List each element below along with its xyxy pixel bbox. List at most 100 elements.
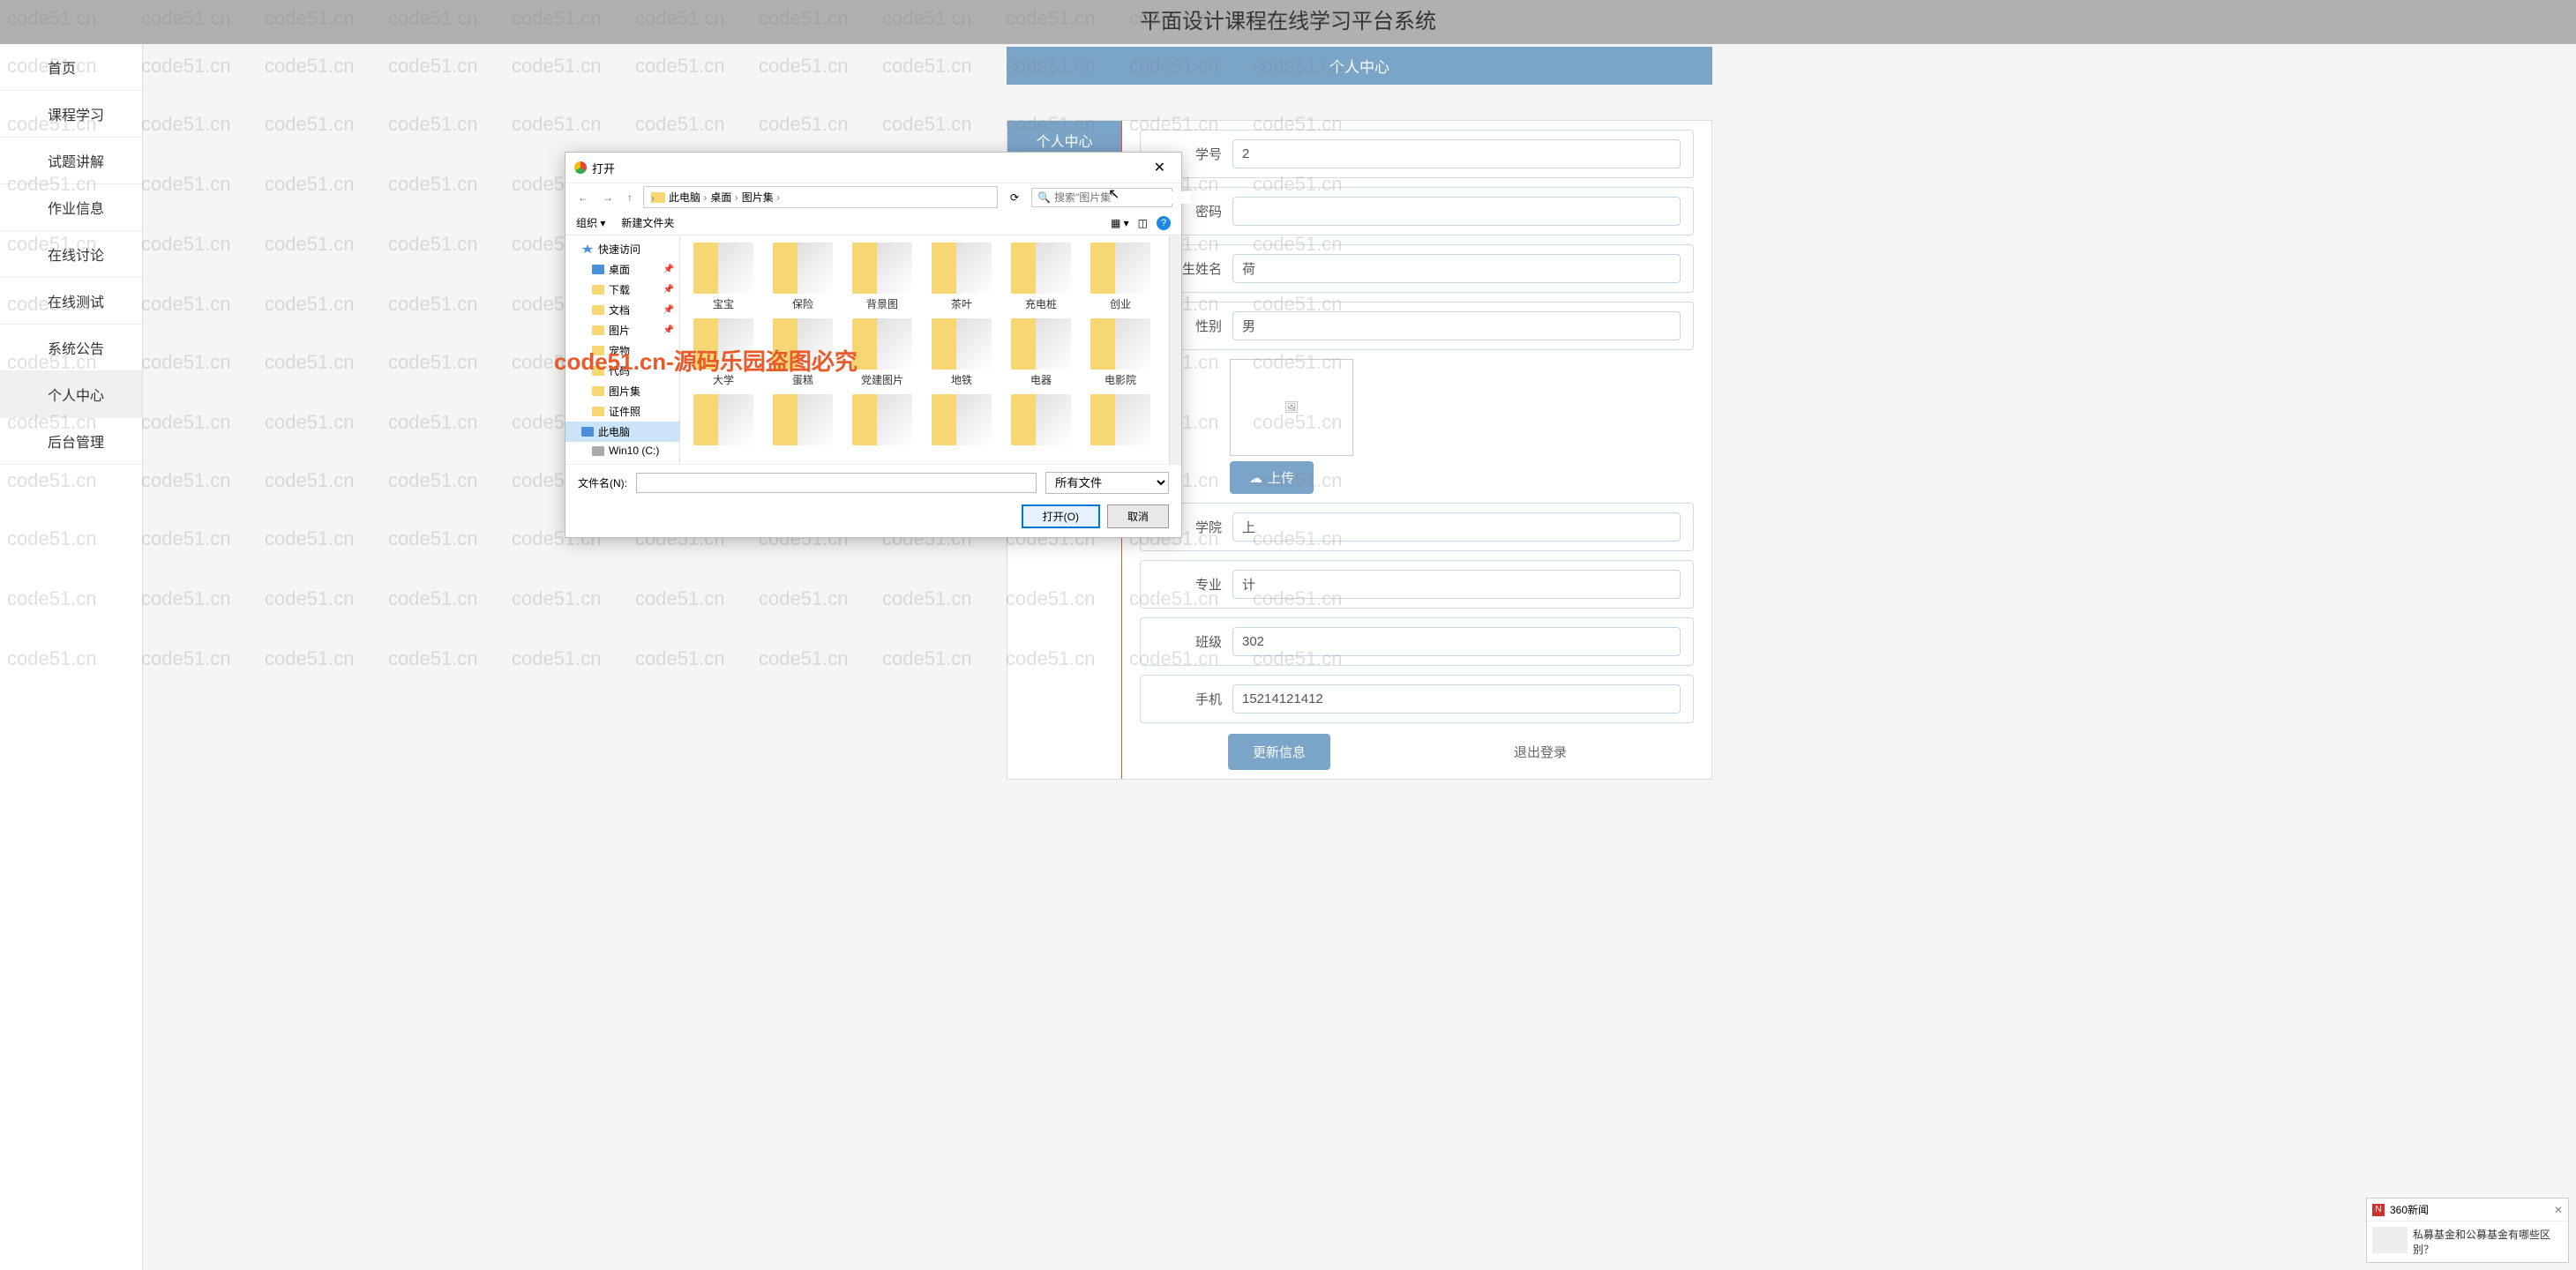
file-name: 宝宝: [687, 296, 760, 311]
form-area: 学号 密码 学生姓名 性别 🖼 ☁: [1122, 121, 1711, 779]
file-item[interactable]: 背景图: [844, 241, 920, 313]
folder-thumbnail-icon: [932, 394, 992, 445]
file-item[interactable]: 充电桩: [1003, 241, 1079, 313]
cloud-upload-icon: ☁: [1249, 470, 1262, 486]
nav-item-6[interactable]: 系统公告: [0, 325, 142, 371]
scrollbar[interactable]: [1169, 235, 1181, 464]
file-item[interactable]: 保险: [765, 241, 841, 313]
organize-menu[interactable]: 组织 ▾: [576, 215, 605, 230]
close-icon[interactable]: ✕: [1147, 157, 1172, 178]
nav-item-0[interactable]: 首页: [0, 44, 142, 91]
input-student-name[interactable]: [1232, 254, 1681, 283]
file-name: 党建图片: [846, 372, 918, 387]
breadcrumb-part[interactable]: 图片集: [742, 190, 780, 205]
news-headline[interactable]: 私募基金和公募基金有哪些区别？: [2413, 1227, 2563, 1257]
open-file-button[interactable]: 打开(O): [1022, 504, 1100, 528]
folder-thumbnail-icon: [852, 394, 912, 445]
breadcrumb-part[interactable]: 此电脑: [669, 190, 707, 205]
nav-up-icon[interactable]: ↑: [624, 190, 636, 205]
tree-item[interactable]: 图片集: [565, 381, 679, 401]
search-box[interactable]: 🔍: [1031, 188, 1172, 207]
dialog-footer: 文件名(N): 所有文件: [565, 464, 1181, 501]
tree-item[interactable]: 下载📌: [565, 280, 679, 300]
file-name: 大学: [687, 372, 760, 387]
folder-thumbnail-icon: [1090, 243, 1150, 294]
file-item[interactable]: 党建图片: [844, 317, 920, 389]
logout-button[interactable]: 退出登录: [1489, 734, 1591, 770]
input-college[interactable]: [1232, 512, 1681, 542]
input-password[interactable]: [1232, 197, 1681, 226]
nav-item-4[interactable]: 在线讨论: [0, 231, 142, 278]
drive-icon: [592, 446, 604, 456]
folder-thumbnail-icon: [932, 243, 992, 294]
tree-item[interactable]: 快速访问: [565, 239, 679, 259]
file-item[interactable]: [844, 392, 920, 450]
file-name: 保险: [767, 296, 839, 311]
search-input[interactable]: [1054, 191, 1191, 204]
cancel-file-button[interactable]: 取消: [1107, 504, 1169, 528]
news-close-icon[interactable]: ✕: [2554, 1204, 2563, 1216]
tree-item[interactable]: 文档📌: [565, 300, 679, 320]
view-options-icon[interactable]: ▦ ▾: [1111, 217, 1129, 229]
nav-item-7[interactable]: 个人中心: [0, 371, 142, 418]
input-major[interactable]: [1232, 570, 1681, 599]
nav-item-8[interactable]: 后台管理: [0, 418, 142, 465]
folder-icon: [592, 407, 604, 416]
input-gender[interactable]: [1232, 311, 1681, 340]
new-folder-button[interactable]: 新建文件夹: [621, 215, 674, 230]
file-name: 创业: [1084, 296, 1157, 311]
folder-thumbnail-icon: [852, 243, 912, 294]
preview-pane-icon[interactable]: ◫: [1138, 217, 1148, 229]
upload-button-label: 上传: [1268, 468, 1294, 487]
file-item[interactable]: [1003, 392, 1079, 450]
file-item[interactable]: [765, 392, 841, 450]
breadcrumb-part[interactable]: 桌面: [710, 190, 738, 205]
pin-icon: 📌: [663, 285, 674, 295]
file-item[interactable]: 地铁: [924, 317, 1000, 389]
upload-button[interactable]: ☁ 上传: [1230, 461, 1314, 494]
nav-item-1[interactable]: 课程学习: [0, 91, 142, 138]
nav-item-2[interactable]: 试题讲解: [0, 138, 142, 184]
pc-icon: [581, 427, 594, 437]
field-student-name: 学生姓名: [1140, 244, 1694, 293]
folder-icon: [592, 325, 604, 335]
file-item[interactable]: 电器: [1003, 317, 1079, 389]
breadcrumb[interactable]: 此电脑桌面图片集: [643, 186, 998, 208]
file-item[interactable]: [685, 392, 761, 450]
file-item[interactable]: 宝宝: [685, 241, 761, 313]
file-item[interactable]: 大学: [685, 317, 761, 389]
file-item[interactable]: [1082, 392, 1158, 450]
field-student-id: 学号: [1140, 130, 1694, 178]
file-item[interactable]: 茶叶: [924, 241, 1000, 313]
nav-back-icon[interactable]: ←: [574, 190, 592, 205]
folder-thumbnail-icon: [693, 318, 753, 370]
tree-item[interactable]: 此电脑: [565, 422, 679, 442]
tree-item[interactable]: Win10 (C:): [565, 442, 679, 459]
file-item[interactable]: 创业: [1082, 241, 1158, 313]
file-item[interactable]: 电影院: [1082, 317, 1158, 389]
input-class[interactable]: [1232, 627, 1681, 656]
update-button[interactable]: 更新信息: [1228, 734, 1330, 770]
app-title: 平面设计课程在线学习平台系统: [1140, 10, 1436, 34]
pin-icon: 📌: [663, 305, 674, 315]
tree-item[interactable]: 图片📌: [565, 320, 679, 340]
filename-input[interactable]: [636, 473, 1037, 493]
chrome-icon: [574, 161, 587, 174]
nav-item-5[interactable]: 在线测试: [0, 278, 142, 325]
nav-item-3[interactable]: 作业信息: [0, 184, 142, 231]
input-phone[interactable]: [1232, 684, 1681, 713]
file-item[interactable]: 蛋糕: [765, 317, 841, 389]
folder-thumbnail-icon: [1090, 318, 1150, 370]
file-item[interactable]: [924, 392, 1000, 450]
tree-item[interactable]: 代码: [565, 361, 679, 381]
input-student-id[interactable]: [1232, 139, 1681, 168]
folder-thumbnail-icon: [773, 318, 833, 370]
refresh-icon[interactable]: ⟳: [1005, 189, 1024, 206]
tree-item[interactable]: 证件照: [565, 401, 679, 422]
filetype-select[interactable]: 所有文件: [1045, 472, 1169, 494]
nav-forward-icon[interactable]: →: [599, 190, 617, 205]
news-app-icon: N: [2372, 1204, 2385, 1216]
tree-item[interactable]: 桌面📌: [565, 259, 679, 280]
help-icon[interactable]: ?: [1157, 216, 1171, 230]
tree-item[interactable]: 宠物: [565, 340, 679, 361]
